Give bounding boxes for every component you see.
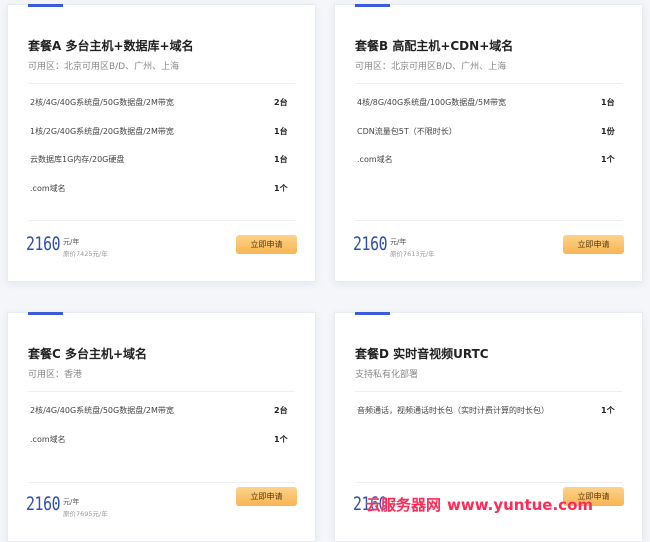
card-title: 套餐A 多台主机+数据库+域名 (28, 39, 194, 53)
price-unit: 元/年 (390, 238, 407, 246)
package-card-a: 套餐A 多台主机+数据库+域名 可用区：北京可用区B/D、广州、上海 2核/4G… (7, 4, 316, 282)
original-price: 原价7613元/年 (390, 250, 435, 258)
list-item: 云数据库1G内存/20G硬盘 1台 (28, 150, 295, 179)
item-qty: 1台 (601, 98, 615, 107)
price-value: 2160 (353, 233, 388, 255)
apply-button[interactable]: 立即申请 (563, 487, 624, 506)
package-card-d: 套餐D 实时音视频URTC 支持私有化部署 音频通话，视频通话时长包（实时计费计… (334, 312, 643, 542)
card-accent-bar (28, 4, 63, 7)
card-title: 套餐D 实时音视频URTC (355, 347, 489, 361)
item-name: .com域名 (30, 434, 66, 444)
item-list: 2核/4G/40G系统盘/50G数据盘/2M带宽 2台 1核/2G/40G系统盘… (28, 93, 295, 207)
original-price: 原价7425元/年 (63, 250, 108, 258)
item-qty: 2台 (274, 98, 288, 107)
item-qty: 1个 (601, 406, 615, 415)
price-value: 2160 (26, 233, 61, 255)
item-name: CDN流量包5T（不限时长） (357, 126, 457, 136)
list-item: CDN流量包5T（不限时长） 1份 (355, 122, 622, 151)
card-subtitle: 可用区：香港 (28, 370, 83, 380)
list-item: 2核/4G/40G系统盘/50G数据盘/2M带宽 2台 (28, 93, 295, 122)
package-card-b: 套餐B 高配主机+CDN+域名 可用区：北京可用区B/D、广州、上海 4核/8G… (334, 4, 643, 282)
divider (355, 391, 622, 392)
item-qty: 2台 (274, 406, 288, 415)
price-value: 2160 (353, 493, 388, 515)
card-accent-bar (355, 312, 390, 315)
card-accent-bar (355, 4, 390, 7)
price-value: 2160 (26, 493, 61, 515)
list-item: 1核/2G/40G系统盘/20G数据盘/2M带宽 1台 (28, 122, 295, 151)
divider (355, 83, 622, 84)
divider (355, 220, 622, 221)
apply-button[interactable]: 立即申请 (563, 235, 624, 254)
card-title: 套餐C 多台主机+域名 (28, 347, 148, 361)
original-price: 原价7695元/年 (63, 510, 108, 518)
item-list: 2核/4G/40G系统盘/50G数据盘/2M带宽 2台 .com域名 1个 (28, 401, 295, 458)
card-subtitle: 可用区：北京可用区B/D、广州、上海 (355, 62, 507, 72)
item-list: 4核/8G/40G系统盘/100G数据盘/5M带宽 1台 CDN流量包5T（不限… (355, 93, 622, 179)
item-name: 2核/4G/40G系统盘/50G数据盘/2M带宽 (30, 98, 174, 107)
item-name: .com域名 (357, 155, 393, 164)
divider (28, 220, 295, 221)
card-accent-bar (28, 312, 63, 315)
item-qty: 1个 (601, 155, 615, 164)
apply-button[interactable]: 立即申请 (236, 487, 297, 506)
list-item: 音频通话，视频通话时长包（实时计费计算的时长包） 1个 (355, 401, 622, 430)
divider (28, 83, 295, 84)
item-qty: 1个 (274, 183, 288, 193)
list-item: .com域名 1个 (355, 150, 622, 179)
item-name: 云数据库1G内存/20G硬盘 (30, 155, 125, 164)
apply-button[interactable]: 立即申请 (236, 235, 297, 254)
list-item: 2核/4G/40G系统盘/50G数据盘/2M带宽 2台 (28, 401, 295, 430)
divider (28, 391, 295, 392)
card-subtitle: 支持私有化部署 (355, 370, 419, 380)
item-name: 音频通话，视频通话时长包（实时计费计算的时长包） (357, 406, 549, 415)
price-unit: 元/年 (390, 498, 407, 506)
list-item: .com域名 1个 (28, 430, 295, 459)
card-title: 套餐B 高配主机+CDN+域名 (355, 39, 514, 53)
item-name: 4核/8G/40G系统盘/100G数据盘/5M带宽 (357, 98, 506, 107)
item-qty: 1台 (274, 126, 288, 136)
item-qty: 1台 (274, 155, 288, 164)
price-unit: 元/年 (63, 238, 80, 246)
list-item: .com域名 1个 (28, 179, 295, 208)
item-name: 2核/4G/40G系统盘/50G数据盘/2M带宽 (30, 406, 174, 415)
divider (355, 482, 622, 483)
item-qty: 1个 (274, 434, 288, 444)
item-name: .com域名 (30, 183, 66, 193)
item-list: 音频通话，视频通话时长包（实时计费计算的时长包） 1个 (355, 401, 622, 430)
divider (28, 482, 295, 483)
list-item: 4核/8G/40G系统盘/100G数据盘/5M带宽 1台 (355, 93, 622, 122)
card-subtitle: 可用区：北京可用区B/D、广州、上海 (28, 62, 180, 72)
item-qty: 1份 (601, 126, 615, 136)
price-unit: 元/年 (63, 498, 80, 506)
package-card-c: 套餐C 多台主机+域名 可用区：香港 2核/4G/40G系统盘/50G数据盘/2… (7, 312, 316, 542)
item-name: 1核/2G/40G系统盘/20G数据盘/2M带宽 (30, 126, 174, 136)
